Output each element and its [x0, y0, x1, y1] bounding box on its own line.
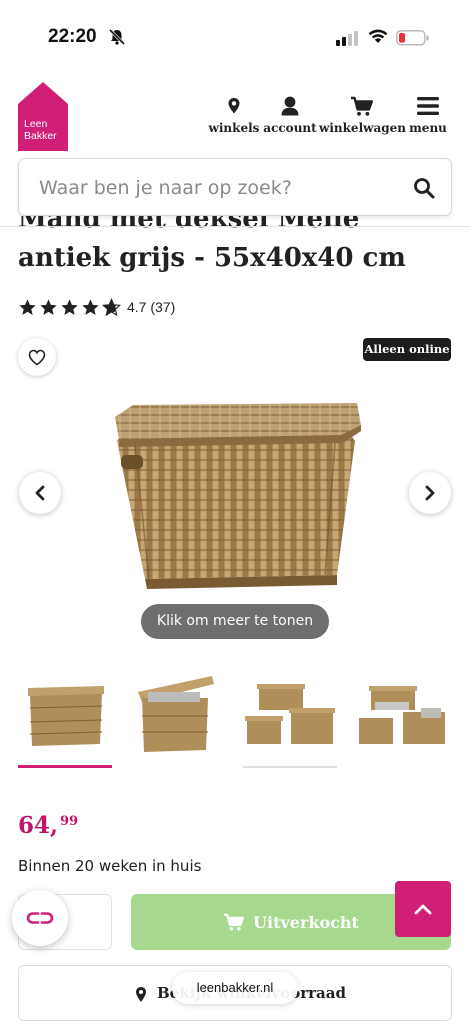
- search-placeholder: Waar ben je naar op zoek?: [39, 177, 292, 199]
- online-only-badge: Alleen online: [363, 338, 451, 361]
- logo-text: Leen Bakker: [21, 118, 67, 142]
- chevron-left-icon: [35, 485, 45, 501]
- wifi-icon: [368, 29, 388, 43]
- thumbnail-1[interactable]: [18, 672, 114, 752]
- active-thumbnail-indicator: [18, 765, 112, 768]
- nav-label-account: account: [263, 121, 317, 135]
- nav-label-winkels: winkels: [208, 121, 260, 135]
- rating-text: 4.7 (37): [127, 299, 176, 315]
- user-icon: [281, 96, 299, 116]
- thumbnail-indicator: [243, 766, 337, 768]
- status-time: 22:20: [48, 26, 97, 47]
- nav-account[interactable]: account: [263, 94, 317, 135]
- next-image-button[interactable]: [409, 472, 451, 514]
- link-icon: [26, 912, 54, 924]
- status-bar: 22:20: [0, 0, 470, 76]
- nav-label-winkelwagen: winkelwagen: [319, 121, 406, 135]
- chevron-up-icon: [414, 904, 432, 915]
- thumbnail-2[interactable]: [128, 672, 224, 752]
- star-icon: [61, 298, 78, 315]
- product-title-line-1: Mand met deksel Melle: [18, 216, 360, 234]
- product-title-line-2: antiek grijs - 55x40x40 cm: [18, 243, 406, 273]
- star-icon: [82, 298, 99, 315]
- cart-icon: [351, 96, 373, 116]
- browser-url-pill[interactable]: leenbakker.nl: [172, 972, 298, 1004]
- hamburger-icon: [417, 97, 439, 115]
- thumbnail-image: [359, 686, 445, 744]
- logo-line-2: Bakker: [24, 130, 57, 142]
- thumbnail-image: [245, 684, 335, 744]
- search-icon[interactable]: [413, 177, 435, 199]
- logo-line-1: Leen: [24, 118, 48, 130]
- nav-winkelwagen[interactable]: winkelwagen: [319, 94, 406, 135]
- nav-label-menu: menu: [409, 121, 447, 135]
- sold-out-label: Uitverkocht: [253, 912, 359, 932]
- star-half-icon: [102, 297, 121, 316]
- show-more-button[interactable]: Klik om meer te tonen: [141, 604, 329, 639]
- nav-menu[interactable]: menu: [406, 94, 450, 135]
- scroll-to-top-button[interactable]: [395, 881, 451, 937]
- location-pin-icon: [228, 98, 240, 114]
- compare-button[interactable]: [12, 890, 68, 946]
- search-input[interactable]: Waar ben je naar op zoek?: [18, 158, 452, 216]
- star-icon: [19, 298, 36, 315]
- thumbnail-image: [28, 686, 104, 746]
- price-main: 64,: [18, 812, 59, 839]
- chevron-right-icon: [425, 485, 435, 501]
- battery-icon: [396, 30, 429, 46]
- product-image[interactable]: [105, 395, 370, 595]
- nav-winkels[interactable]: winkels: [205, 94, 263, 135]
- thumbnail-3[interactable]: [243, 672, 339, 752]
- star-icon: [40, 298, 57, 315]
- location-pin-icon: [136, 987, 146, 1002]
- signal-icon: [336, 31, 358, 46]
- thumbnail-image: [138, 676, 214, 752]
- cart-icon: [224, 913, 245, 931]
- previous-image-button[interactable]: [19, 472, 61, 514]
- product-rating[interactable]: 4.7 (37): [18, 297, 175, 317]
- thumbnail-4[interactable]: [355, 672, 451, 752]
- site-header: Leen Bakker winkels account winkelwagen: [0, 76, 470, 156]
- heart-icon: [28, 349, 46, 365]
- favorite-button[interactable]: [18, 338, 56, 376]
- header-divider: [0, 226, 470, 227]
- price-cents: 99: [60, 814, 79, 829]
- bell-slash-icon: [108, 28, 126, 46]
- delivery-time: Binnen 20 weken in huis: [18, 857, 202, 875]
- leen-bakker-logo[interactable]: Leen Bakker: [18, 82, 68, 151]
- product-price: 64, 99: [18, 812, 78, 839]
